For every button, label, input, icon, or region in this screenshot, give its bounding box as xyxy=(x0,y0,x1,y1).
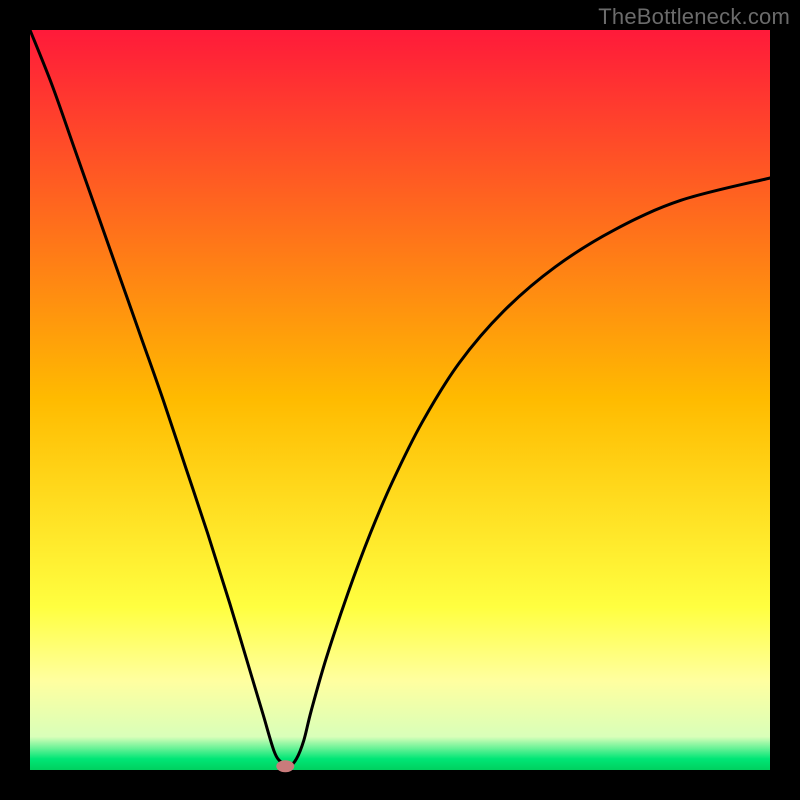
optimum-point xyxy=(276,760,294,772)
watermark-text: TheBottleneck.com xyxy=(598,4,790,30)
plot-background xyxy=(30,30,770,770)
chart-frame: TheBottleneck.com xyxy=(0,0,800,800)
chart-svg xyxy=(0,0,800,800)
